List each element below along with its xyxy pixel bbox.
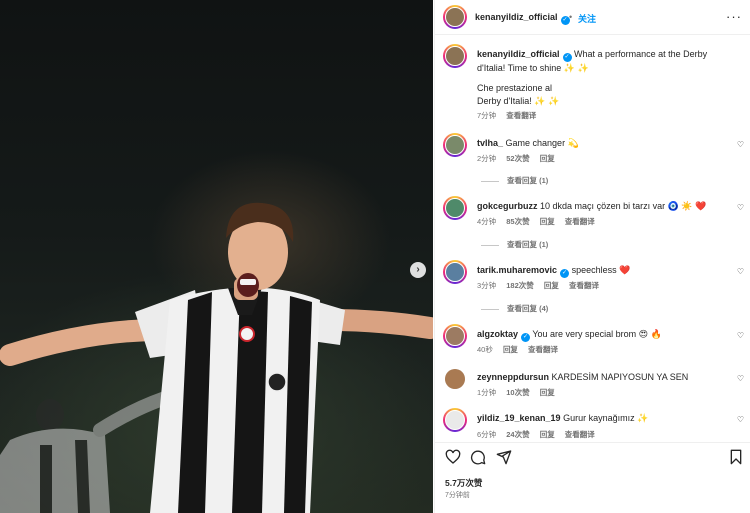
comment-body: yildiz_19_kenan_19 Gurur kaynağımız ✨ bbox=[477, 412, 648, 425]
caption: kenanyildiz_official ✓ What a performance… bbox=[477, 48, 737, 75]
comment-text: speechless ❤️ bbox=[571, 265, 631, 275]
heart-icon[interactable]: ♡ bbox=[737, 267, 744, 276]
comment-time: 40秒 bbox=[477, 345, 493, 354]
post-photo[interactable]: › bbox=[0, 0, 433, 513]
caption-meta: 7分钟 查看翻译 bbox=[477, 110, 544, 121]
comment-username[interactable]: yildiz_19_kenan_19 bbox=[477, 413, 561, 423]
dot-separator: • bbox=[569, 12, 573, 22]
comment-username[interactable]: algzoktay bbox=[477, 329, 518, 339]
caption-text-italian: Che prestazione al Derby d'Italia! ✨ ✨ bbox=[477, 83, 560, 106]
comment-avatar[interactable] bbox=[443, 196, 467, 220]
reply-button[interactable]: 回复 bbox=[540, 388, 555, 397]
bookmark-icon[interactable] bbox=[729, 449, 743, 465]
comment-body: tvlha_ Game changer 💫 bbox=[477, 137, 579, 150]
comment-text: KARDESİM NAPIYOSUN YA SEN bbox=[551, 372, 689, 382]
caption-translate-link[interactable]: 查看翻译 bbox=[506, 111, 536, 120]
heart-icon[interactable]: ♡ bbox=[737, 140, 744, 149]
action-bar bbox=[435, 447, 750, 471]
author-avatar[interactable] bbox=[443, 5, 467, 29]
comment-meta: 40秒 回复 查看翻译 bbox=[477, 344, 566, 355]
comment-time: 1分钟 bbox=[477, 388, 497, 397]
view-replies-link[interactable]: 查看回复 (1) bbox=[481, 175, 548, 186]
send-icon[interactable] bbox=[496, 449, 512, 465]
comment-username[interactable]: zeynneppdursun bbox=[477, 372, 549, 382]
reply-button[interactable]: 回复 bbox=[503, 345, 518, 354]
header-divider bbox=[435, 34, 750, 35]
translate-link[interactable]: 查看翻译 bbox=[528, 345, 558, 354]
comment-text: 10 dkda maçı çözen bi tarzı var 🧿 ☀️ ❤️ bbox=[540, 201, 707, 211]
heart-icon[interactable]: ♡ bbox=[737, 374, 744, 383]
comment-likes[interactable]: 85次赞 bbox=[506, 217, 529, 226]
reply-button[interactable]: 回复 bbox=[540, 430, 555, 439]
comment-username[interactable]: tvlha_ bbox=[477, 138, 503, 148]
comment-username[interactable]: tarik.muharemovic bbox=[477, 265, 557, 275]
reply-button[interactable]: 回复 bbox=[540, 217, 555, 226]
comment-avatar[interactable] bbox=[443, 260, 467, 284]
comment-body: gokcegurbuzz 10 dkda maçı çözen bi tarzı… bbox=[477, 200, 706, 213]
comment-username[interactable]: gokcegurbuzz bbox=[477, 201, 538, 211]
comment-text: Gurur kaynağımız ✨ bbox=[563, 413, 649, 423]
comment-meta: 4分钟 85次赞 回复 查看翻译 bbox=[477, 216, 603, 227]
verified-badge-icon: ✓ bbox=[521, 333, 531, 342]
comment-avatar[interactable] bbox=[443, 133, 467, 157]
heart-icon[interactable] bbox=[445, 449, 461, 465]
comment-avatar[interactable] bbox=[443, 408, 467, 432]
comment-likes[interactable]: 10次赞 bbox=[506, 388, 529, 397]
reply-button[interactable]: 回复 bbox=[544, 281, 559, 290]
post-sidebar: kenanyildiz_official ✓ • 关注 ··· kenanyild… bbox=[434, 0, 750, 513]
comment-meta: 1分钟 10次赞 回复 bbox=[477, 387, 563, 398]
comment-meta: 2分钟 52次赞 回复 bbox=[477, 153, 563, 164]
heart-icon[interactable]: ♡ bbox=[737, 415, 744, 424]
post-time: 7分钟前 bbox=[445, 492, 470, 499]
caption-avatar[interactable] bbox=[443, 44, 467, 68]
comment-meta: 6分钟 24次赞 回复 查看翻译 bbox=[477, 429, 603, 440]
translate-link[interactable]: 查看翻译 bbox=[569, 281, 599, 290]
translate-link[interactable]: 查看翻译 bbox=[565, 217, 595, 226]
reply-button[interactable]: 回复 bbox=[540, 154, 555, 163]
comment-time: 2分钟 bbox=[477, 154, 497, 163]
view-replies-link[interactable]: 查看回复 (1) bbox=[481, 239, 548, 250]
likes-count[interactable]: 5.7万次赞 bbox=[445, 477, 482, 489]
verified-badge-icon: ✓ bbox=[560, 269, 570, 278]
comment-body: algzoktay ✓ You are very special brom 😍 🔥 bbox=[477, 328, 662, 342]
author-username[interactable]: kenanyildiz_official ✓ bbox=[475, 12, 570, 25]
comment-time: 3分钟 bbox=[477, 281, 497, 290]
caption-username[interactable]: kenanyildiz_official bbox=[477, 49, 560, 59]
comment-likes[interactable]: 24次赞 bbox=[506, 430, 529, 439]
heart-icon[interactable]: ♡ bbox=[737, 203, 744, 212]
follow-button[interactable]: 关注 bbox=[578, 12, 596, 25]
comment-text: You are very special brom 😍 🔥 bbox=[532, 329, 662, 339]
comment-avatar[interactable] bbox=[443, 324, 467, 348]
comment-likes[interactable]: 182次赞 bbox=[506, 281, 534, 290]
view-replies-link[interactable]: 查看回复 (4) bbox=[481, 303, 548, 314]
comment-avatar[interactable] bbox=[445, 369, 465, 389]
comment-meta: 3分钟 182次赞 回复 查看翻译 bbox=[477, 280, 607, 291]
verified-badge-icon: ✓ bbox=[562, 53, 572, 62]
comment-text: Game changer 💫 bbox=[505, 138, 579, 148]
caption-time: 7分钟 bbox=[477, 111, 497, 120]
comment-time: 4分钟 bbox=[477, 217, 497, 226]
heart-icon[interactable]: ♡ bbox=[737, 331, 744, 340]
translate-link[interactable]: 查看翻译 bbox=[565, 430, 595, 439]
comment-body: zeynneppdursun KARDESİM NAPIYOSUN YA SEN bbox=[477, 371, 688, 384]
comment-icon[interactable] bbox=[470, 449, 486, 465]
more-horizontal-icon[interactable]: ··· bbox=[726, 9, 742, 24]
chevron-right-icon[interactable]: › bbox=[410, 262, 426, 278]
actions-divider bbox=[435, 442, 750, 443]
comment-time: 6分钟 bbox=[477, 430, 497, 439]
player-illustration bbox=[0, 202, 433, 513]
comment-body: tarik.muharemovic ✓ speechless ❤️ bbox=[477, 264, 630, 278]
comment-likes[interactable]: 52次赞 bbox=[506, 154, 529, 163]
